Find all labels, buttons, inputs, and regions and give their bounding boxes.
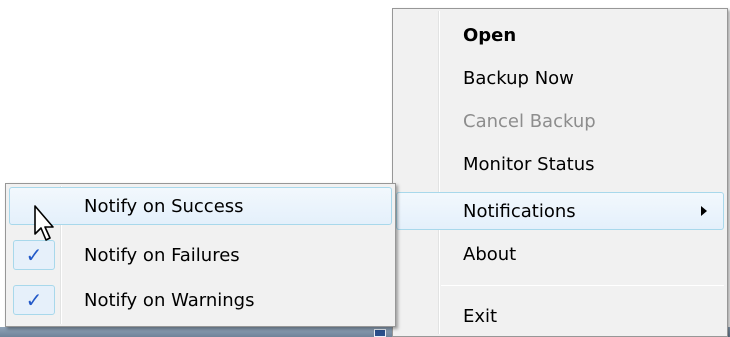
checkmark-icon: ✓ <box>13 240 55 270</box>
submenu-item-notify-warnings[interactable]: ✓ Notify on Warnings <box>9 281 392 319</box>
menu-item-label: Cancel Backup <box>463 110 596 132</box>
tray-context-menu: Open Backup Now Cancel Backup Monitor St… <box>392 8 728 337</box>
menu-item-label: Open <box>463 24 517 46</box>
submenu-item-notify-success[interactable]: Notify on Success <box>9 187 392 225</box>
submenu-item-label: Notify on Success <box>84 195 244 217</box>
menu-item-cancel-backup: Cancel Backup <box>396 102 724 140</box>
menu-item-about[interactable]: About <box>396 235 724 273</box>
submenu-item-notify-failures[interactable]: ✓ Notify on Failures <box>9 236 392 274</box>
menu-item-backup-now[interactable]: Backup Now <box>396 59 724 97</box>
submenu-item-label: Notify on Warnings <box>84 289 255 311</box>
menu-item-exit[interactable]: Exit <box>396 297 724 335</box>
menu-separator <box>441 285 724 286</box>
submenu-arrow-icon <box>701 206 707 216</box>
menu-item-open[interactable]: Open <box>396 16 724 54</box>
submenu-item-label: Notify on Failures <box>84 244 240 266</box>
menu-item-label: Exit <box>463 305 498 327</box>
checkmark-icon: ✓ <box>13 285 55 315</box>
menu-item-label: About <box>463 243 517 265</box>
menu-item-notifications[interactable]: Notifications <box>396 192 724 230</box>
notifications-submenu: Notify on Success ✓ Notify on Failures ✓… <box>5 183 396 327</box>
menu-item-label: Backup Now <box>463 67 574 89</box>
mouse-cursor-icon <box>34 205 54 241</box>
tray-backup-icon[interactable] <box>374 329 386 337</box>
menu-item-monitor-status[interactable]: Monitor Status <box>396 145 724 183</box>
desktop: Open Backup Now Cancel Backup Monitor St… <box>0 0 730 337</box>
menu-item-label: Notifications <box>463 200 576 222</box>
menu-item-label: Monitor Status <box>463 153 595 175</box>
